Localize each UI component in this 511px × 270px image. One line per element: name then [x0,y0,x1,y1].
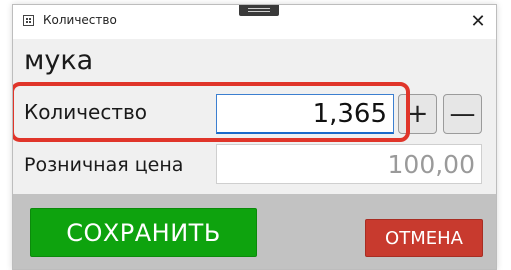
cancel-button[interactable]: ОТМЕНА [365,219,483,257]
plus-icon: + [406,99,429,129]
increment-button[interactable]: + [398,94,437,134]
retail-price-label: Розничная цена [24,154,184,176]
quantity-label: Количество [24,100,148,124]
close-icon: ✕ [470,11,486,32]
window-title: Количество [43,13,117,27]
quantity-dialog: Количество ✕ мука Количество + — Розничн… [12,4,497,270]
retail-price-input[interactable] [216,144,482,184]
decrement-button[interactable]: — [443,94,482,134]
drag-grip-handle[interactable] [239,5,279,16]
product-name: мука [24,45,94,76]
quantity-input[interactable] [216,94,394,134]
close-button[interactable]: ✕ [460,5,496,39]
minus-icon: — [449,99,476,129]
save-button[interactable]: СОХРАНИТЬ [30,208,257,257]
calculator-icon [23,15,34,26]
title-bar[interactable]: Количество ✕ [13,5,496,39]
